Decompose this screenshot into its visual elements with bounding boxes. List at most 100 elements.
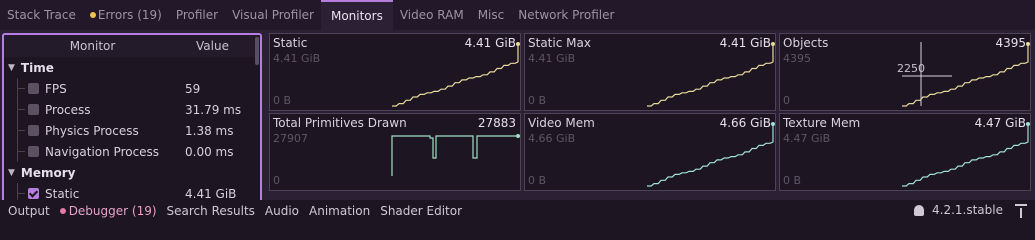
pin-panel-icon[interactable] xyxy=(1015,204,1027,218)
monitor-label: FPS xyxy=(45,81,67,96)
graph-current-value: 4395 xyxy=(995,36,1026,50)
graph-static[interactable]: Static 4.41 GiB 4.41 GiB 0 B xyxy=(269,33,521,111)
bottom-tab-debugger-19[interactable]: Debugger (19) xyxy=(55,204,162,218)
tree-guide-line xyxy=(17,151,25,152)
tab-errors-19[interactable]: Errors (19) xyxy=(83,0,169,30)
graph-title: Static Max xyxy=(528,36,591,50)
monitor-value: 1.38 ms xyxy=(185,123,234,138)
bottom-panel-bar: Output Debugger (19) Search Results Audio An… xyxy=(0,200,1035,222)
bottom-tab-output[interactable]: Output xyxy=(3,204,55,218)
graph-title: Objects xyxy=(783,36,829,50)
graph-min-label: 0 B xyxy=(528,94,547,107)
graph-current-value: 4.66 GiB xyxy=(719,116,771,130)
error-indicator-icon xyxy=(89,12,96,18)
tree-item-physics-process[interactable]: Physics Process 1.38 ms xyxy=(4,120,260,141)
graph-line xyxy=(647,124,774,187)
graph-current-value: 4.41 GiB xyxy=(719,36,771,50)
graph-min-label: 0 xyxy=(273,174,280,187)
graph-current-value: 4.47 GiB xyxy=(974,116,1026,130)
graph-min-label: 0 B xyxy=(528,174,547,187)
tab-label: Network Profiler xyxy=(518,8,615,22)
monitor-checkbox[interactable] xyxy=(28,188,39,199)
graph-cursor-value: 2250 xyxy=(897,62,925,75)
tab-video-ram[interactable]: Video RAM xyxy=(393,0,471,30)
graph-total-primitives-drawn[interactable]: Total Primitives Drawn 27883 27907 0 xyxy=(269,113,521,191)
graph-current-value: 4.41 GiB xyxy=(464,36,516,50)
graph-max-label: 27907 xyxy=(273,132,308,145)
bottom-tab-label: Shader Editor xyxy=(380,204,463,218)
bottom-tab-search-results[interactable]: Search Results xyxy=(162,204,260,218)
graph-min-label: 0 xyxy=(783,94,790,107)
tree-group-memory[interactable]: ▼ Memory xyxy=(4,162,260,183)
tree-guide-line xyxy=(17,193,25,194)
bottom-tab-animation[interactable]: Animation xyxy=(304,204,375,218)
tab-label: Profiler xyxy=(175,8,219,22)
monitor-label: Static xyxy=(45,186,80,201)
graph-texture-mem[interactable]: Texture Mem 4.47 GiB 4.47 GiB 0 B xyxy=(779,113,1031,191)
monitors-panel: Monitor Value ▼ Time FPS 59 Process 31.79 ms P… xyxy=(0,30,1035,222)
bottom-tab-audio[interactable]: Audio xyxy=(260,204,304,218)
tab-visual-profiler[interactable]: Visual Profiler xyxy=(225,0,321,30)
monitor-label: Navigation Process xyxy=(45,144,160,159)
collapse-arrow-icon[interactable]: ▼ xyxy=(8,63,15,73)
monitor-column-header[interactable]: Monitor xyxy=(4,39,181,53)
graph-static-max[interactable]: Static Max 4.41 GiB 4.41 GiB 0 B xyxy=(524,33,776,111)
monitor-label: Physics Process xyxy=(45,123,139,138)
graph-max-label: 4.41 GiB xyxy=(273,52,321,65)
graph-min-label: 0 B xyxy=(273,94,292,107)
bottom-tab-label: Animation xyxy=(309,204,371,218)
bottom-tab-label: Output xyxy=(8,204,50,218)
tree-item-fps[interactable]: FPS 59 xyxy=(4,78,260,99)
graph-min-label: 0 B xyxy=(783,174,802,187)
graph-title: Total Primitives Drawn xyxy=(273,116,407,130)
tab-label: Monitors xyxy=(330,9,383,23)
tab-network-profiler[interactable]: Network Profiler xyxy=(511,0,621,30)
version-label: 4.2.1.stable xyxy=(914,203,1003,217)
value-column-header[interactable]: Value xyxy=(181,39,244,53)
tab-monitors[interactable]: Monitors xyxy=(320,0,393,30)
monitor-tree: Monitor Value ▼ Time FPS 59 Process 31.79 ms P… xyxy=(2,33,262,222)
monitor-checkbox[interactable] xyxy=(28,83,39,94)
collapse-arrow-icon[interactable]: ▼ xyxy=(8,168,15,178)
tree-group-time[interactable]: ▼ Time xyxy=(4,57,260,78)
bottom-tab-label: Debugger (19) xyxy=(68,204,157,218)
graph-endpoint xyxy=(516,42,520,46)
bottom-tab-shader-editor[interactable]: Shader Editor xyxy=(375,204,467,218)
monitor-checkbox[interactable] xyxy=(28,146,39,157)
graph-endpoint xyxy=(516,134,520,138)
graph-video-mem[interactable]: Video Mem 4.66 GiB 4.66 GiB 0 B xyxy=(524,113,776,191)
tree-guide-line xyxy=(17,130,25,131)
monitor-value: 31.79 ms xyxy=(185,102,242,117)
error-indicator-icon xyxy=(59,208,66,214)
monitor-value: 0.00 ms xyxy=(185,144,234,159)
monitor-value: 59 xyxy=(185,81,201,96)
tab-label: Errors (19) xyxy=(97,8,162,22)
graph-line xyxy=(391,135,518,176)
graph-objects[interactable]: Objects 4395 4395 0 2250 xyxy=(779,33,1031,111)
monitor-checkbox[interactable] xyxy=(28,104,39,115)
tree-header: Monitor Value xyxy=(4,35,260,57)
monitor-value: 4.41 GiB xyxy=(185,186,237,201)
tree-item-navigation-process[interactable]: Navigation Process 0.00 ms xyxy=(4,141,260,162)
tree-guide-line xyxy=(17,88,25,89)
group-label: Memory xyxy=(20,165,76,180)
graph-max-label: 4.47 GiB xyxy=(783,132,831,145)
monitor-label: Process xyxy=(45,102,91,117)
graph-endpoint xyxy=(1026,42,1030,46)
tree-item-process[interactable]: Process 31.79 ms xyxy=(4,99,260,120)
graph-title: Static xyxy=(273,36,308,50)
tab-profiler[interactable]: Profiler xyxy=(169,0,225,30)
monitor-checkbox[interactable] xyxy=(28,125,39,136)
bottom-tab-label: Audio xyxy=(264,204,300,218)
graph-current-value: 27883 xyxy=(477,116,516,130)
tab-label: Video RAM xyxy=(399,8,464,22)
bottom-tab-label: Search Results xyxy=(166,204,255,218)
tab-misc[interactable]: Misc xyxy=(471,0,512,30)
graph-line xyxy=(392,44,519,107)
tab-label: Misc xyxy=(477,8,505,22)
graph-max-label: 4.41 GiB xyxy=(528,52,576,65)
graph-title: Video Mem xyxy=(528,116,595,130)
graph-endpoint xyxy=(771,122,775,126)
tab-stack-trace[interactable]: Stack Trace xyxy=(0,0,83,30)
graph-line xyxy=(902,124,1029,187)
